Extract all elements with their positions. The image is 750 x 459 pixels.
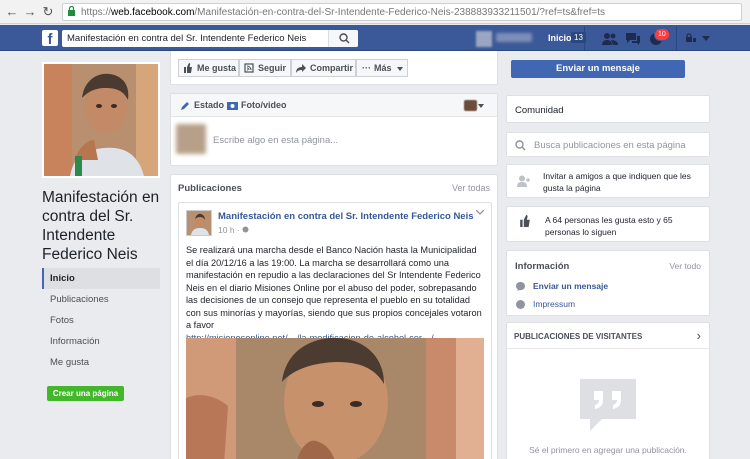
- composer-input[interactable]: Escribe algo en esta página...: [213, 135, 338, 146]
- search-posts-box[interactable]: Busca publicaciones en esta página: [506, 132, 710, 157]
- chevron-down-icon[interactable]: [702, 36, 710, 41]
- likes-card: A 64 personas les gusta esto y 65 person…: [506, 206, 710, 242]
- rss-icon: [244, 63, 254, 73]
- tab-status[interactable]: Estado: [194, 100, 224, 110]
- camera-icon: [227, 102, 238, 110]
- invite-friends-text[interactable]: Invitar a amigos a que indiquen que les …: [543, 170, 707, 194]
- sidebar-item-me-gusta[interactable]: Me gusta: [42, 352, 160, 373]
- info-card: Información Ver todo Enviar un mensaje I…: [506, 250, 710, 316]
- back-icon[interactable]: ←: [4, 4, 20, 20]
- profile-name-blurred[interactable]: [496, 33, 532, 42]
- messages-icon[interactable]: [625, 32, 641, 46]
- chevron-down-icon: [478, 104, 484, 108]
- thumbs-up-icon: [184, 63, 192, 73]
- visitor-posts-header[interactable]: PUBLICACIONES DE VISITANTES ›: [507, 323, 709, 349]
- more-button[interactable]: ··· Más: [356, 59, 408, 77]
- privacy-shortcuts-icon[interactable]: [685, 33, 697, 43]
- sidebar-item-fotos[interactable]: Fotos: [42, 310, 160, 331]
- post-composer: Estado Foto/video Escribe algo en esta p…: [170, 93, 498, 166]
- visitor-posts-empty-text: Sé el primero en agregar una publicación…: [529, 445, 687, 455]
- add-friend-icon: [517, 175, 530, 187]
- thumbs-up-icon: [520, 215, 530, 227]
- profile-picture[interactable]: [42, 62, 160, 178]
- composer-tabs: Estado Foto/video: [171, 94, 497, 117]
- notification-count-badge: 10: [654, 28, 670, 41]
- search-button[interactable]: [328, 30, 358, 47]
- reload-icon[interactable]: ↻: [40, 4, 56, 20]
- forward-icon[interactable]: →: [22, 4, 38, 20]
- visitor-posts-card: PUBLICACIONES DE VISITANTES › Sé el prim…: [506, 322, 710, 459]
- invite-friends-card[interactable]: Invitar a amigos a que indiquen que les …: [506, 164, 710, 198]
- post-options-chevron-icon[interactable]: [476, 210, 484, 215]
- sidebar-item-publicaciones[interactable]: Publicaciones: [42, 289, 160, 310]
- posting-as-avatar[interactable]: [464, 100, 477, 111]
- share-button[interactable]: Compartir: [291, 59, 356, 77]
- see-all-posts-link[interactable]: Ver todas: [452, 183, 490, 193]
- create-page-button[interactable]: Crear una página: [47, 386, 124, 401]
- share-icon: [296, 64, 306, 73]
- search-input[interactable]: Manifestación en contra del Sr. Intenden…: [67, 33, 306, 44]
- posts-section: Publicaciones Ver todas Manifestación en…: [170, 174, 498, 459]
- page-title: Manifestación en contra del Sr. Intenden…: [42, 189, 160, 263]
- posts-heading: Publicaciones: [178, 183, 242, 194]
- quote-bubble-icon: [580, 379, 636, 431]
- impressum-link[interactable]: Impressum: [533, 299, 575, 309]
- post-timestamp[interactable]: 10 h ·: [218, 225, 249, 235]
- address-bar[interactable]: https://web.facebook.com/Manifestación-e…: [62, 3, 742, 21]
- globe-icon: [516, 300, 525, 309]
- send-message-button[interactable]: Enviar un mensaje: [511, 60, 685, 78]
- chevron-right-icon[interactable]: ›: [697, 328, 701, 343]
- sidebar-item-informacion[interactable]: Información: [42, 331, 160, 352]
- follow-button[interactable]: Seguir: [239, 59, 291, 77]
- sidebar-item-inicio[interactable]: Inicio: [42, 268, 160, 289]
- search-posts-input[interactable]: Busca publicaciones en esta página: [534, 140, 686, 151]
- facebook-logo-icon[interactable]: f: [42, 30, 58, 46]
- community-heading: Comunidad: [515, 105, 564, 116]
- like-button[interactable]: Me gusta: [178, 59, 239, 77]
- messenger-icon: [516, 282, 525, 291]
- post-photo[interactable]: [186, 338, 484, 459]
- avatar[interactable]: [476, 31, 492, 47]
- post-card: Manifestación en contra del Sr. Intenden…: [178, 202, 492, 459]
- url-text: https://web.facebook.com/Manifestación-e…: [81, 7, 606, 18]
- divider: [676, 26, 677, 50]
- more-dots-icon: ···: [362, 63, 371, 73]
- globe-icon: [242, 226, 249, 233]
- tab-photo-video[interactable]: Foto/video: [241, 100, 287, 110]
- browser-toolbar: ← → ↻ https://web.facebook.com/Manifesta…: [0, 0, 750, 24]
- page-action-bar: Me gusta Seguir Compartir ··· Más: [170, 51, 498, 85]
- search-icon: [515, 140, 526, 151]
- post-author-link[interactable]: Manifestación en contra del Sr. Intenden…: [218, 211, 474, 222]
- info-see-all-link[interactable]: Ver todo: [669, 261, 701, 271]
- facebook-header: f Manifestación en contra del Sr. Intend…: [0, 25, 750, 51]
- divider: [584, 26, 585, 50]
- search-icon: [339, 33, 350, 44]
- sidebar-nav: Inicio Publicaciones Fotos Información M…: [42, 268, 160, 373]
- post-body: Se realizará una marcha desde el Banco N…: [186, 244, 486, 344]
- home-link[interactable]: Inicio: [548, 33, 572, 43]
- pencil-icon: [181, 102, 189, 110]
- likes-count-text: A 64 personas les gusta esto y 65 person…: [545, 215, 673, 237]
- post-author-avatar[interactable]: [186, 210, 212, 236]
- info-heading: Información: [515, 261, 570, 272]
- info-send-message-link[interactable]: Enviar un mensaje: [533, 281, 608, 291]
- community-card[interactable]: Comunidad: [506, 95, 710, 123]
- lock-icon: [67, 5, 76, 19]
- avatar: [176, 124, 206, 154]
- visitor-posts-heading: PUBLICACIONES DE VISITANTES: [514, 332, 643, 341]
- friend-requests-icon[interactable]: [602, 32, 618, 46]
- search-bar[interactable]: Manifestación en contra del Sr. Intenden…: [62, 30, 358, 47]
- chevron-down-icon: [397, 67, 403, 71]
